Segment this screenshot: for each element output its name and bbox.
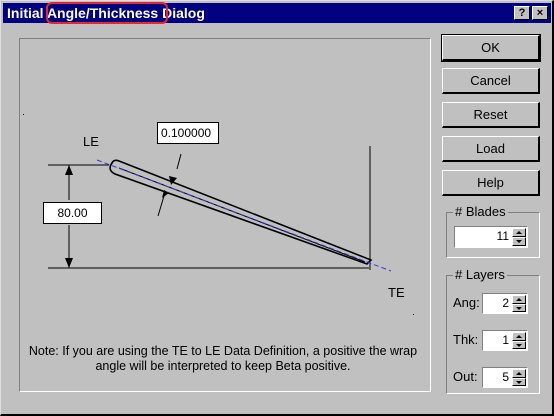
blades-spinner[interactable]: 11	[454, 226, 528, 248]
thickness-leader-bottom	[157, 195, 165, 217]
thk-value: 1	[502, 333, 509, 347]
close-icon[interactable]: ×	[532, 6, 548, 20]
out-label: Out:	[453, 369, 478, 384]
ang-value: 2	[502, 296, 509, 310]
thickness-field[interactable]: 0.100000	[157, 122, 219, 144]
ang-spinner[interactable]: 2	[482, 293, 528, 314]
blades-value: 11	[496, 229, 509, 243]
note-text: Note: If you are using the TE to LE Data…	[28, 344, 418, 373]
angle-thickness-dialog: Initial Angle/Thickness Dialog ? × 0.100…	[0, 0, 554, 416]
angle-arrow-up	[65, 165, 73, 175]
title-bar: Initial Angle/Thickness Dialog ? ×	[3, 2, 551, 24]
thickness-leader-top	[176, 153, 182, 170]
out-spinner[interactable]: 5	[482, 367, 528, 388]
out-down-arrow-icon[interactable]	[512, 377, 526, 386]
thk-down-arrow-icon[interactable]	[512, 340, 526, 349]
ang-up-arrow-icon[interactable]	[512, 295, 526, 304]
help-button[interactable]: Help	[442, 170, 540, 196]
thk-spinner[interactable]: 1	[482, 330, 528, 351]
out-up-arrow-icon[interactable]	[512, 369, 526, 378]
thk-up-arrow-icon[interactable]	[512, 332, 526, 341]
ang-down-arrow-icon[interactable]	[512, 303, 526, 312]
reset-button[interactable]: Reset	[442, 102, 540, 128]
le-label: LE	[83, 134, 99, 149]
title-highlight-annotation	[46, 2, 168, 24]
ang-label: Ang:	[453, 295, 480, 310]
help-icon[interactable]: ?	[514, 6, 530, 20]
blades-down-arrow-icon[interactable]	[512, 237, 526, 246]
load-button[interactable]: Load	[442, 136, 540, 162]
te-label: TE	[388, 285, 405, 300]
blade-diagram	[23, 114, 414, 315]
thk-label: Thk:	[453, 332, 479, 347]
angle-field[interactable]: 80.00	[43, 202, 102, 224]
out-value: 5	[502, 370, 509, 384]
blades-group-title: # Blades	[453, 204, 508, 219]
ok-button[interactable]: OK	[441, 34, 541, 62]
layers-group-title: # Layers	[453, 267, 507, 282]
angle-arrow-down	[65, 258, 73, 268]
cancel-button[interactable]: Cancel	[442, 68, 540, 94]
blades-up-arrow-icon[interactable]	[512, 228, 526, 237]
